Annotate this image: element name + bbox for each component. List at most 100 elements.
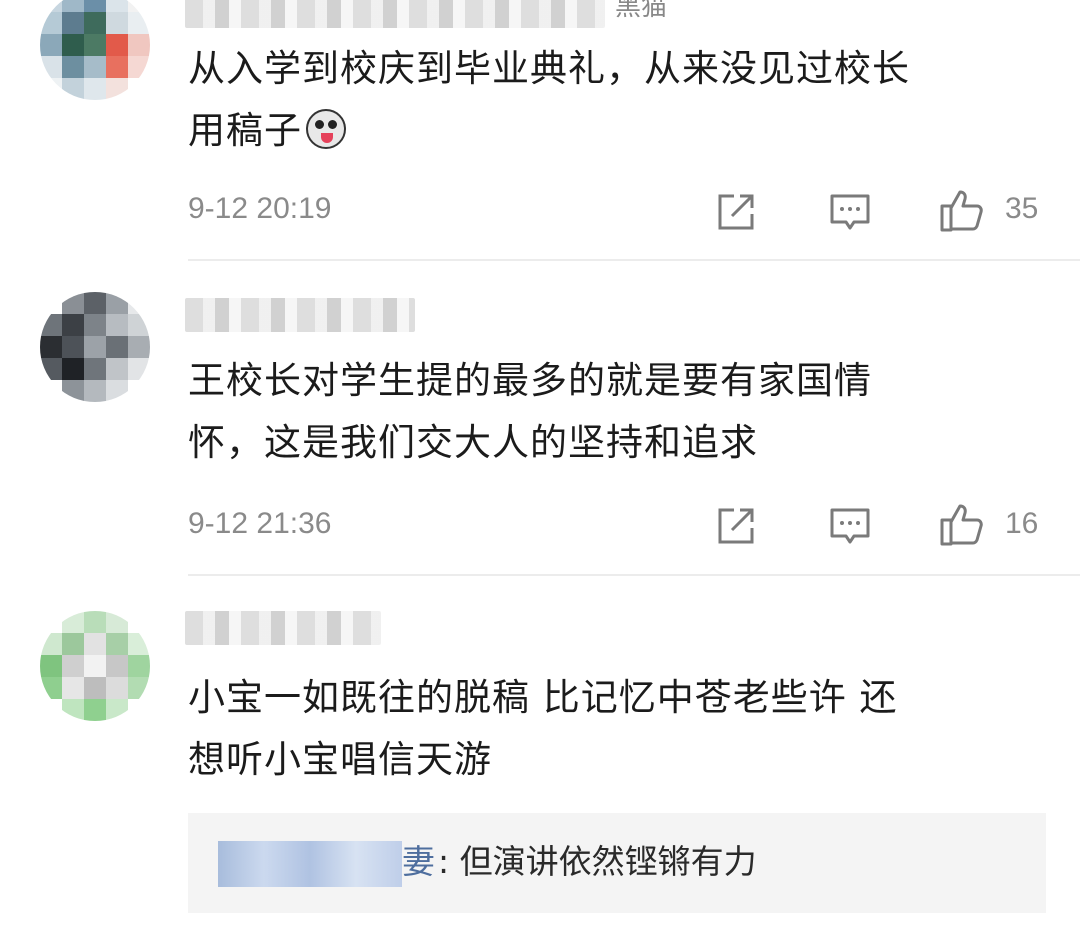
comment-text-line: 从入学到校庆到毕业典礼，从来没见过校长 bbox=[188, 47, 910, 90]
avatar-pixel bbox=[62, 358, 84, 380]
avatar-pixel bbox=[106, 336, 128, 358]
like-count: 35 bbox=[1005, 192, 1039, 225]
avatar-pixel bbox=[106, 699, 128, 721]
avatar-pixel bbox=[84, 358, 106, 380]
avatar-pixel bbox=[62, 314, 84, 336]
avatar-pixel bbox=[128, 78, 150, 100]
avatar-pixel bbox=[62, 677, 84, 699]
avatar-pixel bbox=[128, 633, 150, 655]
avatar-pixel bbox=[128, 358, 150, 380]
avatar-pixel bbox=[128, 611, 150, 633]
avatar-pixel bbox=[62, 78, 84, 100]
reply-author-blurred[interactable] bbox=[218, 841, 402, 887]
like-button[interactable] bbox=[938, 186, 986, 234]
avatar-pixel bbox=[106, 34, 128, 56]
like-button[interactable] bbox=[938, 500, 986, 548]
avatar[interactable] bbox=[40, 0, 150, 100]
comment-text: 王校长对学生提的最多的就是要有家国情 怀，这是我们交大人的坚持和追求 bbox=[188, 350, 1048, 474]
reply-author-tail[interactable]: 妻 bbox=[402, 839, 435, 885]
avatar-pixel bbox=[62, 56, 84, 78]
avatar-pixel bbox=[84, 655, 106, 677]
avatar-pixel bbox=[128, 655, 150, 677]
avatar-pixel bbox=[128, 336, 150, 358]
reply-text: : 但演讲依然铿锵有力 bbox=[438, 842, 757, 881]
avatar-pixel bbox=[106, 56, 128, 78]
avatar-pixel bbox=[84, 699, 106, 721]
avatar-pixel bbox=[106, 78, 128, 100]
avatar[interactable] bbox=[40, 611, 150, 721]
avatar-pixel bbox=[40, 56, 62, 78]
avatar-pixel bbox=[40, 699, 62, 721]
avatar-pixel bbox=[40, 78, 62, 100]
thumbs-up-icon bbox=[940, 190, 983, 232]
comment-item: 小宝一如既往的脱稿 比记忆中苍老些许 还 想听小宝唱信天游 妻 : 但演讲依然铿… bbox=[0, 577, 1080, 926]
comment-text: 从入学到校庆到毕业典礼，从来没见过校长 用稿子 bbox=[188, 38, 1048, 162]
avatar-pixel bbox=[62, 12, 84, 34]
avatar-pixel bbox=[40, 611, 62, 633]
share-button[interactable] bbox=[712, 502, 760, 550]
avatar-pixel bbox=[106, 380, 128, 402]
avatar-pixel bbox=[62, 34, 84, 56]
avatar-pixel bbox=[128, 56, 150, 78]
like-count: 16 bbox=[1005, 507, 1039, 540]
comment-text-line: 想听小宝唱信天游 bbox=[188, 738, 492, 781]
comment-bubble-icon bbox=[830, 194, 870, 230]
avatar-pixel bbox=[84, 336, 106, 358]
username-blurred[interactable] bbox=[185, 298, 415, 332]
comment-text-line: 用稿子 bbox=[188, 100, 1048, 162]
avatar-pixel bbox=[128, 380, 150, 402]
comment-text-line: 王校长对学生提的最多的就是要有家国情 bbox=[188, 359, 872, 402]
avatar-pixel bbox=[84, 56, 106, 78]
username-tail: 黑猫 bbox=[615, 0, 668, 22]
avatar-pixel bbox=[84, 34, 106, 56]
avatar-pixel bbox=[40, 314, 62, 336]
avatar-pixel bbox=[62, 336, 84, 358]
divider bbox=[188, 574, 1080, 576]
avatar-pixel bbox=[106, 677, 128, 699]
avatar-pixel bbox=[128, 12, 150, 34]
avatar-pixel bbox=[106, 314, 128, 336]
avatar-pixel bbox=[62, 699, 84, 721]
share-icon bbox=[718, 194, 754, 230]
username-blurred[interactable] bbox=[185, 0, 605, 28]
avatar-pixel bbox=[40, 34, 62, 56]
avatar-pixel bbox=[128, 677, 150, 699]
avatar-pixel bbox=[62, 0, 84, 12]
avatar-pixel bbox=[106, 611, 128, 633]
avatar-pixel bbox=[84, 12, 106, 34]
avatar-pixel bbox=[128, 314, 150, 336]
avatar-pixel bbox=[128, 0, 150, 12]
avatar-pixel bbox=[40, 358, 62, 380]
avatar-pixel bbox=[40, 12, 62, 34]
avatar-pixel bbox=[106, 633, 128, 655]
avatar-pixel bbox=[106, 0, 128, 12]
avatar-pixel bbox=[40, 0, 62, 12]
reply-button[interactable] bbox=[826, 502, 874, 550]
avatar-pixel bbox=[40, 677, 62, 699]
thumbs-up-icon bbox=[940, 504, 983, 546]
avatar[interactable] bbox=[40, 292, 150, 402]
avatar-pixel bbox=[84, 380, 106, 402]
share-button[interactable] bbox=[712, 188, 760, 236]
avatar-pixel bbox=[84, 677, 106, 699]
avatar-pixel bbox=[84, 78, 106, 100]
comment-text-line-content: 用稿子 bbox=[188, 109, 302, 152]
avatar-pixel bbox=[84, 633, 106, 655]
comment-timestamp: 9-12 20:19 bbox=[188, 192, 332, 225]
avatar-pixel bbox=[40, 655, 62, 677]
avatar-pixel bbox=[106, 358, 128, 380]
avatar-pixel bbox=[62, 380, 84, 402]
reply-preview[interactable]: 妻 : 但演讲依然铿锵有力 bbox=[188, 813, 1046, 913]
avatar-pixel bbox=[128, 699, 150, 721]
avatar-pixel bbox=[84, 0, 106, 12]
avatar-pixel bbox=[84, 314, 106, 336]
avatar-pixel bbox=[106, 655, 128, 677]
avatar-pixel bbox=[128, 34, 150, 56]
username-blurred[interactable] bbox=[185, 611, 381, 645]
avatar-pixel bbox=[40, 292, 62, 314]
avatar-pixel bbox=[40, 633, 62, 655]
comment-text-line: 小宝一如既往的脱稿 比记忆中苍老些许 还 bbox=[188, 676, 898, 719]
comment-bubble-icon bbox=[830, 508, 870, 544]
reply-button[interactable] bbox=[826, 188, 874, 236]
avatar-pixel bbox=[62, 633, 84, 655]
